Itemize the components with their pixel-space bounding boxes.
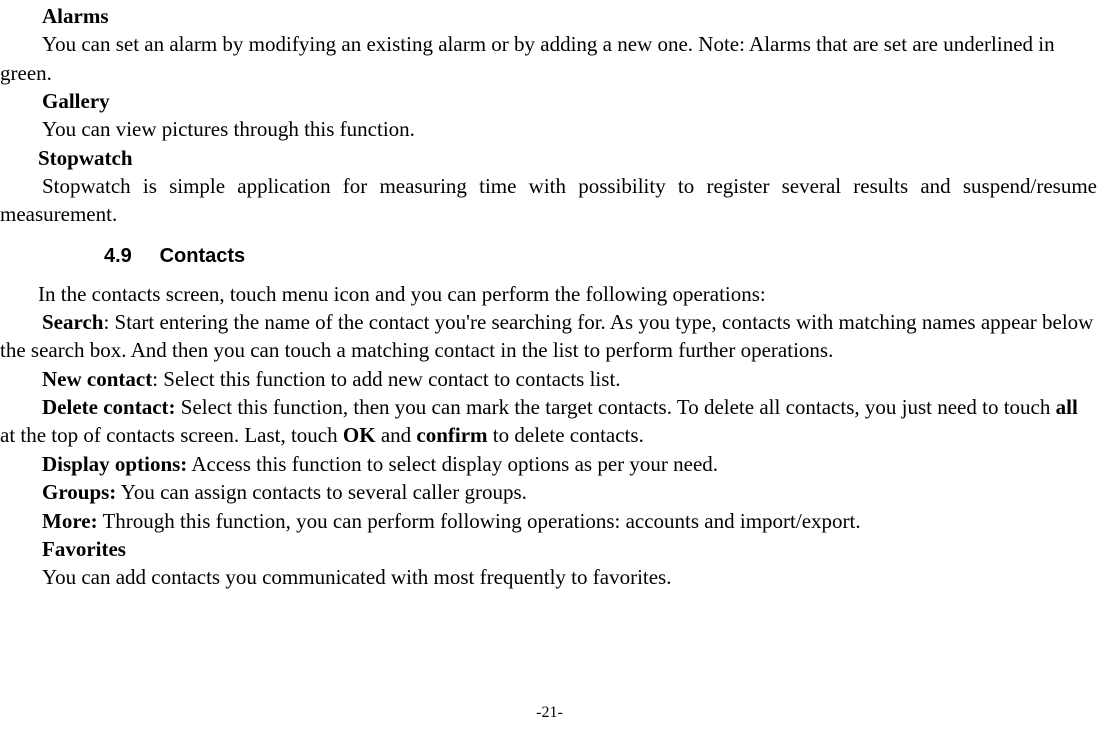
content-area: Alarms You can set an alarm by modifying… bbox=[0, 0, 1099, 592]
document-page: { "alarms": { "heading": "Alarms", "body… bbox=[0, 0, 1099, 734]
contacts-intro: In the contacts screen, touch menu icon … bbox=[0, 280, 1097, 308]
stopwatch-heading: Stopwatch bbox=[0, 144, 1097, 172]
contacts-more: More: Through this function, you can per… bbox=[0, 507, 1097, 535]
contacts-groups: Groups: You can assign contacts to sever… bbox=[0, 478, 1097, 506]
contacts-newcontact: New contact: Select this function to add… bbox=[0, 365, 1097, 393]
alarms-heading: Alarms bbox=[0, 2, 1097, 30]
page-footer: -21- bbox=[0, 702, 1099, 724]
gallery-body: You can view pictures through this funct… bbox=[0, 115, 1097, 143]
section-title: Contacts bbox=[160, 245, 246, 267]
favorites-body: You can add contacts you communicated wi… bbox=[0, 563, 1097, 591]
alarms-body: You can set an alarm by modifying an exi… bbox=[0, 30, 1097, 87]
section-number: 4.9 bbox=[104, 245, 132, 267]
section-heading: 4.9 Contacts bbox=[0, 243, 1097, 270]
contacts-delete: Delete contact: Select this function, th… bbox=[0, 393, 1097, 450]
gallery-heading: Gallery bbox=[0, 87, 1097, 115]
favorites-heading: Favorites bbox=[0, 535, 1097, 563]
stopwatch-body: Stopwatch is simple application for meas… bbox=[0, 172, 1097, 229]
contacts-search: Search: Start entering the name of the c… bbox=[0, 308, 1097, 365]
page-number: -21- bbox=[536, 704, 563, 721]
contacts-display: Display options: Access this function to… bbox=[0, 450, 1097, 478]
